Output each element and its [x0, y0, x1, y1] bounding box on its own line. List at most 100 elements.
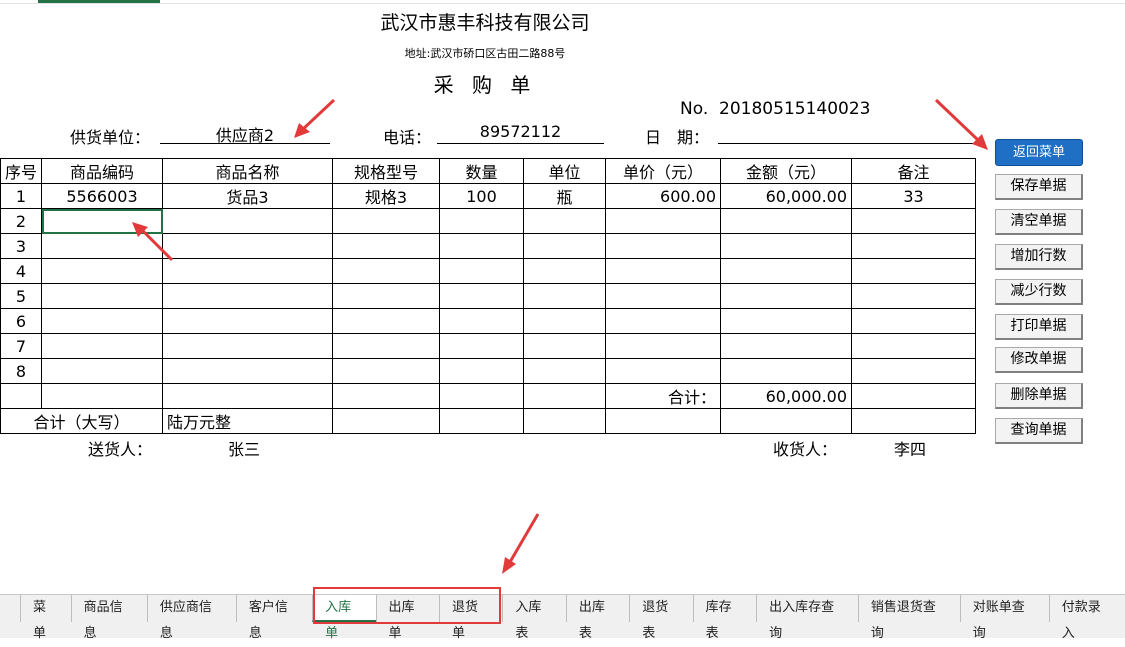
table-cell[interactable] — [720, 258, 853, 284]
table-cell[interactable] — [605, 358, 722, 384]
sheet-tab[interactable]: 出入库存查询 — [756, 595, 858, 641]
row-number-cell[interactable]: 6 — [0, 308, 43, 334]
sheet-tab[interactable]: 商品信息 — [70, 595, 147, 641]
table-cell[interactable] — [332, 208, 441, 234]
table-cell[interactable] — [720, 208, 853, 234]
table-cell[interactable] — [41, 333, 164, 359]
table-cell[interactable] — [851, 308, 977, 334]
table-cell[interactable] — [332, 308, 441, 334]
spreadsheet-area[interactable]: 武汉市惠丰科技有限公司 地址:武汉市硚口区古田二路88号 采 购 单 No. 2… — [0, 0, 1125, 594]
table-cell[interactable] — [332, 408, 441, 434]
row-number-cell[interactable]: 3 — [0, 233, 43, 259]
table-cell[interactable] — [162, 208, 334, 234]
table-cell[interactable] — [439, 308, 525, 334]
sheet-tab[interactable]: 入库表 — [502, 595, 565, 641]
row-number-cell[interactable]: 5 — [0, 283, 43, 309]
table-cell[interactable] — [720, 308, 853, 334]
table-cell[interactable] — [332, 258, 441, 284]
return-menu-button[interactable]: 返回菜单 — [995, 139, 1083, 166]
row-number-cell[interactable]: 4 — [0, 258, 43, 284]
table-cell[interactable] — [851, 358, 977, 384]
sheet-tab[interactable]: 出库表 — [565, 595, 629, 641]
table-cell[interactable] — [605, 408, 722, 434]
row-number-cell[interactable]: 2 — [0, 208, 43, 234]
table-cell[interactable] — [332, 233, 441, 259]
table-cell[interactable] — [605, 283, 722, 309]
table-cell[interactable]: 规格3 — [332, 183, 441, 209]
table-cell[interactable]: 600.00 — [605, 183, 722, 209]
table-cell[interactable] — [41, 358, 164, 384]
table-cell[interactable] — [523, 333, 607, 359]
sheet-tab[interactable]: 菜单 — [20, 595, 71, 641]
table-cell[interactable] — [523, 233, 607, 259]
table-cell[interactable] — [162, 383, 334, 409]
table-cell[interactable] — [439, 208, 525, 234]
table-cell[interactable] — [851, 333, 977, 359]
table-cell[interactable] — [332, 283, 441, 309]
sheet-tab[interactable]: 销售退货查询 — [857, 595, 960, 641]
table-cell[interactable] — [605, 308, 722, 334]
table-cell[interactable] — [851, 283, 977, 309]
table-cell[interactable] — [523, 408, 607, 434]
deliverer-value[interactable]: 张三 — [228, 436, 260, 460]
table-cell[interactable]: 100 — [439, 183, 525, 209]
capital-amount[interactable]: 陆万元整 — [162, 408, 334, 434]
query-document-button[interactable]: 查询单据 — [995, 418, 1083, 444]
table-cell[interactable] — [605, 233, 722, 259]
table-cell[interactable] — [162, 233, 334, 259]
table-cell[interactable] — [605, 258, 722, 284]
table-cell[interactable] — [523, 308, 607, 334]
table-cell[interactable]: 货品3 — [162, 183, 334, 209]
table-cell[interactable]: 瓶 — [523, 183, 607, 209]
table-cell[interactable] — [523, 283, 607, 309]
table-cell[interactable] — [720, 333, 853, 359]
sheet-tab[interactable]: 对账单查询 — [959, 595, 1049, 641]
table-cell[interactable] — [523, 358, 607, 384]
table-cell[interactable] — [720, 358, 853, 384]
row-number-cell[interactable]: 7 — [0, 333, 43, 359]
table-cell[interactable] — [41, 283, 164, 309]
table-cell[interactable] — [439, 283, 525, 309]
remove-rows-button[interactable]: 减少行数 — [995, 279, 1083, 305]
table-cell[interactable] — [523, 208, 607, 234]
sheet-tab[interactable]: 退货表 — [629, 595, 692, 641]
table-cell[interactable] — [162, 358, 334, 384]
table-cell[interactable] — [439, 258, 525, 284]
add-rows-button[interactable]: 增加行数 — [995, 244, 1083, 270]
table-cell[interactable] — [720, 233, 853, 259]
sheet-tab[interactable]: 付款录入 — [1048, 595, 1125, 641]
table-cell[interactable] — [41, 308, 164, 334]
table-cell[interactable] — [0, 383, 43, 409]
print-document-button[interactable]: 打印单据 — [995, 314, 1083, 340]
table-cell[interactable]: 33 — [851, 183, 977, 209]
table-cell[interactable] — [41, 383, 164, 409]
row-number-cell[interactable]: 8 — [0, 358, 43, 384]
table-cell[interactable] — [851, 408, 977, 434]
table-cell[interactable]: 5566003 — [41, 183, 164, 209]
table-cell[interactable] — [439, 333, 525, 359]
table-cell[interactable] — [851, 233, 977, 259]
table-cell[interactable] — [605, 333, 722, 359]
table-cell[interactable] — [162, 283, 334, 309]
table-cell[interactable] — [523, 383, 607, 409]
table-cell[interactable] — [332, 358, 441, 384]
table-cell[interactable] — [162, 333, 334, 359]
table-cell[interactable] — [720, 283, 853, 309]
save-document-button[interactable]: 保存单据 — [995, 174, 1083, 200]
table-cell[interactable] — [720, 408, 853, 434]
table-cell[interactable] — [162, 308, 334, 334]
phone-field[interactable]: 89572112 — [437, 122, 604, 144]
table-cell[interactable] — [439, 233, 525, 259]
table-cell[interactable]: 60,000.00 — [720, 183, 853, 209]
clear-document-button[interactable]: 清空单据 — [995, 209, 1083, 235]
delete-document-button[interactable]: 删除单据 — [995, 383, 1083, 409]
table-cell[interactable] — [523, 258, 607, 284]
sheet-tab[interactable]: 供应商信息 — [146, 595, 236, 641]
sheet-tab[interactable]: 客户信息 — [235, 595, 312, 641]
table-cell[interactable] — [439, 408, 525, 434]
table-cell[interactable] — [851, 383, 977, 409]
sheet-tab[interactable]: 库存表 — [692, 595, 756, 641]
total-amount[interactable]: 60,000.00 — [720, 383, 853, 409]
table-cell[interactable] — [851, 208, 977, 234]
table-cell[interactable] — [162, 258, 334, 284]
